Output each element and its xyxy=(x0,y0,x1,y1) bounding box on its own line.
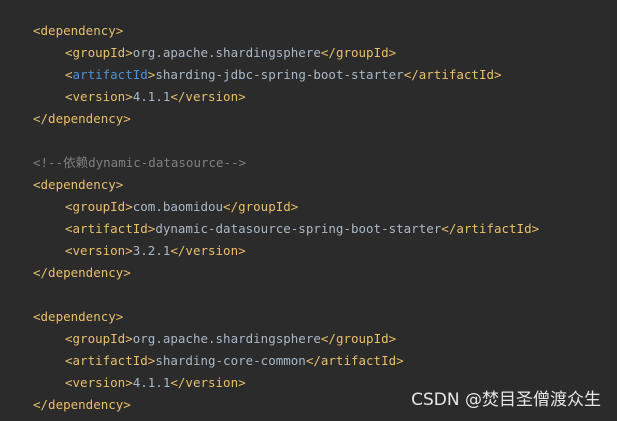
code-line: <dependency> xyxy=(33,306,539,328)
artifactid-value: sharding-core-common xyxy=(155,353,306,368)
code-line: <groupId>com.baomidou</groupId> xyxy=(33,196,539,218)
code-line: <groupId>org.apache.shardingsphere</grou… xyxy=(33,328,539,350)
artifactid-open-tag: <artifactId> xyxy=(65,353,156,368)
code-line: <artifactId>dynamic-datasource-spring-bo… xyxy=(33,218,539,240)
groupid-value: org.apache.shardingsphere xyxy=(132,45,321,60)
dependency-open-tag: <dependency> xyxy=(33,177,124,192)
dependency-close-tag: </dependency> xyxy=(33,111,131,126)
groupid-close-tag: </groupId> xyxy=(320,331,397,346)
artifactid-close-tag: </artifactId> xyxy=(403,67,502,82)
dependency-close-tag: </dependency> xyxy=(33,397,131,412)
code-line: </dependency> xyxy=(33,262,539,284)
code-line: <groupId>org.apache.shardingsphere</grou… xyxy=(33,42,539,64)
artifactid-tag-name-highlighted: artifactId xyxy=(72,67,148,82)
version-value: 4.1.1 xyxy=(132,375,171,390)
code-line: <artifactId>sharding-core-common</artifa… xyxy=(33,350,539,372)
code-line: <dependency> xyxy=(33,20,539,42)
version-open-tag: <version> xyxy=(65,89,133,104)
artifactid-value: sharding-jdbc-spring-boot-starter xyxy=(155,67,404,82)
dependency-open-tag: <dependency> xyxy=(33,23,124,38)
groupid-open-tag: <groupId> xyxy=(65,331,133,346)
version-open-tag: <version> xyxy=(65,243,133,258)
code-line: <version>4.1.1</version> xyxy=(33,86,539,108)
code-line: <artifactId>sharding-jdbc-spring-boot-st… xyxy=(33,64,539,86)
artifactid-open-tag: <artifactId> xyxy=(65,221,156,236)
groupid-value: org.apache.shardingsphere xyxy=(132,331,321,346)
artifactid-close-tag: </artifactId> xyxy=(305,353,404,368)
code-editor[interactable]: <dependency> <groupId>org.apache.shardin… xyxy=(0,0,617,421)
artifactid-close-tag: </artifactId> xyxy=(441,221,540,236)
artifactid-open-bracket: < xyxy=(65,67,73,82)
version-value: 3.2.1 xyxy=(132,243,171,258)
code-line: <dependency> xyxy=(33,174,539,196)
code-line: <version>3.2.1</version> xyxy=(33,240,539,262)
groupid-open-tag: <groupId> xyxy=(65,45,133,60)
groupid-close-tag: </groupId> xyxy=(320,45,397,60)
version-value: 4.1.1 xyxy=(132,89,171,104)
code-line: </dependency> xyxy=(33,108,539,130)
version-close-tag: </version> xyxy=(170,243,246,258)
version-open-tag: <version> xyxy=(65,375,133,390)
groupid-close-tag: </groupId> xyxy=(223,199,299,214)
csdn-watermark: CSDN @焚目圣僧渡众生 xyxy=(411,390,601,410)
dependency-open-tag: <dependency> xyxy=(33,309,124,324)
groupid-value: com.baomidou xyxy=(132,199,224,214)
groupid-open-tag: <groupId> xyxy=(65,199,133,214)
code-line: <!--依赖dynamic-datasource--> xyxy=(33,152,539,174)
dependency-close-tag: </dependency> xyxy=(33,265,131,280)
version-close-tag: </version> xyxy=(170,375,246,390)
version-close-tag: </version> xyxy=(170,89,246,104)
code-lines: <dependency> <groupId>org.apache.shardin… xyxy=(33,20,539,416)
xml-comment: <!--依赖dynamic-datasource--> xyxy=(33,155,247,170)
artifactid-value: dynamic-datasource-spring-boot-starter xyxy=(155,221,442,236)
